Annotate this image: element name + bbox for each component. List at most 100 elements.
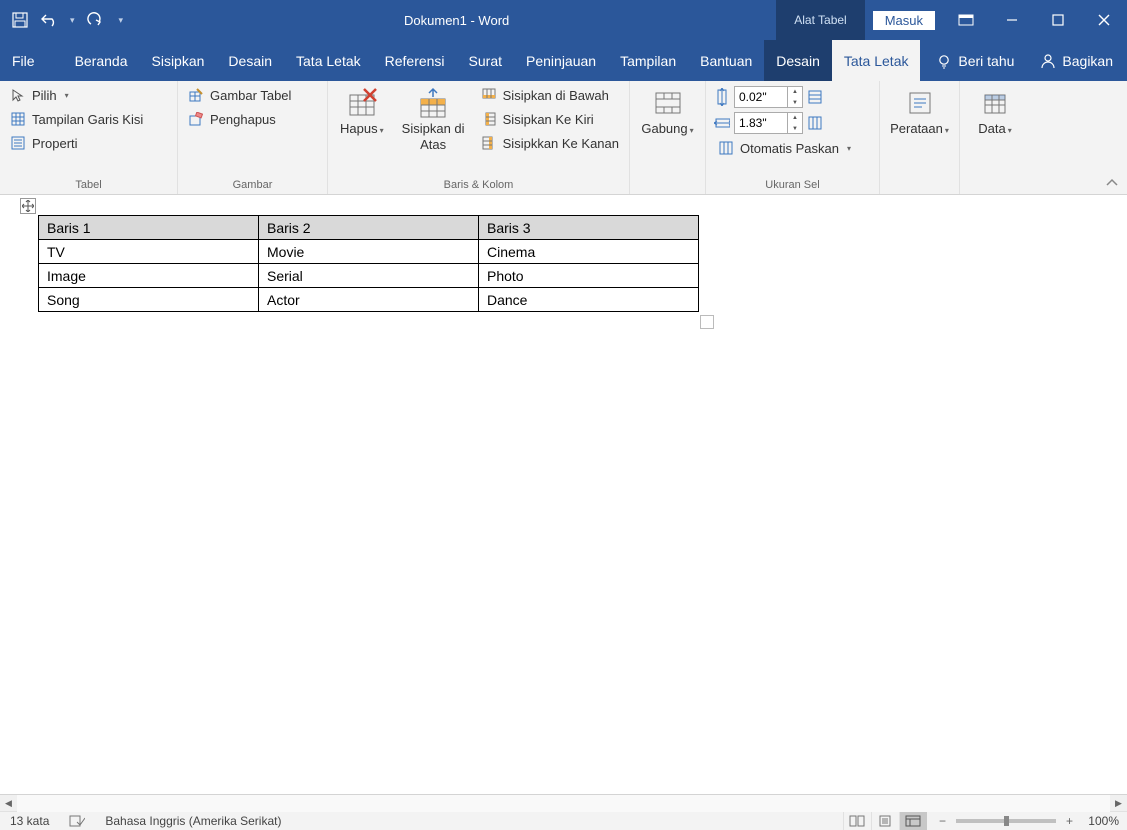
tab-review[interactable]: Peninjauan xyxy=(514,40,608,81)
table-header[interactable]: Baris 3 xyxy=(479,216,699,240)
tab-home[interactable]: Beranda xyxy=(63,40,140,81)
tab-table-layout[interactable]: Tata Letak xyxy=(832,40,921,81)
table-cell[interactable]: Actor xyxy=(259,288,479,312)
group-label-rowscols: Baris & Kolom xyxy=(332,177,625,194)
group-label-align xyxy=(884,177,955,194)
table-cell[interactable]: Song xyxy=(39,288,259,312)
read-mode-icon[interactable] xyxy=(843,812,871,830)
pencil-table-icon xyxy=(188,87,204,103)
eraser-button[interactable]: Penghapus xyxy=(182,107,297,131)
insert-above-label: Sisipkan di Atas xyxy=(400,119,467,152)
tab-design[interactable]: Desain xyxy=(216,40,284,81)
autofit-icon xyxy=(718,140,734,156)
scroll-track[interactable] xyxy=(17,795,1110,812)
table-resize-handle[interactable] xyxy=(700,315,714,329)
width-down[interactable]: ▼ xyxy=(788,123,802,134)
tab-mailings[interactable]: Surat xyxy=(457,40,514,81)
autofit-button[interactable]: Otomatis Paskan xyxy=(714,138,855,158)
word-count[interactable]: 13 kata xyxy=(0,814,59,828)
draw-table-label: Gambar Tabel xyxy=(210,88,291,103)
qat-customize[interactable]: ▾ xyxy=(115,15,128,26)
insert-right-button[interactable]: Sisipkkan Ke Kanan xyxy=(475,131,625,155)
table-cell[interactable]: TV xyxy=(39,240,259,264)
save-icon[interactable] xyxy=(10,10,30,30)
redo-icon[interactable] xyxy=(85,10,105,30)
table-cell[interactable]: Dance xyxy=(479,288,699,312)
col-width-field[interactable] xyxy=(735,116,787,130)
table-cell[interactable]: Photo xyxy=(479,264,699,288)
row-height-field[interactable] xyxy=(735,90,787,104)
tab-view[interactable]: Tampilan xyxy=(608,40,688,81)
insert-above-button[interactable]: Sisipkan di Atas xyxy=(392,83,475,156)
properties-button[interactable]: Properti xyxy=(4,131,149,155)
maximize-icon[interactable] xyxy=(1035,0,1081,40)
table-header[interactable]: Baris 1 xyxy=(39,216,259,240)
tab-references[interactable]: Referensi xyxy=(373,40,457,81)
tab-insert[interactable]: Sisipkan xyxy=(140,40,217,81)
collapse-ribbon-icon[interactable] xyxy=(1105,176,1119,190)
table-cell[interactable]: Cinema xyxy=(479,240,699,264)
language-status[interactable]: Bahasa Inggris (Amerika Serikat) xyxy=(95,814,291,828)
share-label: Bagikan xyxy=(1062,53,1113,69)
insert-left-button[interactable]: Sisipkan Ke Kiri xyxy=(475,107,625,131)
scroll-left-icon[interactable]: ◀ xyxy=(0,795,17,812)
width-up[interactable]: ▲ xyxy=(788,112,802,123)
table-header[interactable]: Baris 2 xyxy=(259,216,479,240)
distribute-cols-icon[interactable] xyxy=(807,115,823,131)
web-layout-icon[interactable] xyxy=(899,812,927,830)
undo-icon[interactable] xyxy=(40,10,60,30)
height-down[interactable]: ▼ xyxy=(788,97,802,108)
person-icon xyxy=(1040,53,1056,69)
height-up[interactable]: ▲ xyxy=(788,86,802,97)
delete-button[interactable]: Hapus xyxy=(332,83,392,141)
col-width-input[interactable]: ▲▼ xyxy=(734,112,803,134)
cursor-icon xyxy=(10,87,26,103)
select-label: Pilih xyxy=(32,88,57,103)
horizontal-scrollbar[interactable]: ◀ ▶ xyxy=(0,794,1127,811)
zoom-thumb[interactable] xyxy=(1004,816,1009,826)
delete-icon xyxy=(346,87,378,119)
select-button[interactable]: Pilih xyxy=(4,83,149,107)
tab-layout[interactable]: Tata Letak xyxy=(284,40,373,81)
ribbon-display-options-icon[interactable] xyxy=(943,0,989,40)
row-height-icon xyxy=(714,89,730,105)
undo-dropdown[interactable]: ▾ xyxy=(70,15,75,26)
table-move-handle[interactable] xyxy=(20,198,36,214)
document-area[interactable]: Baris 1 Baris 2 Baris 3 TV Movie Cinema … xyxy=(0,195,1127,794)
view-gridlines-button[interactable]: Tampilan Garis Kisi xyxy=(4,107,149,131)
eraser-icon xyxy=(188,111,204,127)
merge-button[interactable]: Gabung xyxy=(633,83,701,141)
tab-help[interactable]: Bantuan xyxy=(688,40,764,81)
tab-file[interactable]: File xyxy=(0,40,47,81)
insert-below-button[interactable]: Sisipkan di Bawah xyxy=(475,83,625,107)
tab-table-design[interactable]: Desain xyxy=(764,40,832,81)
draw-table-button[interactable]: Gambar Tabel xyxy=(182,83,297,107)
insert-left-label: Sisipkan Ke Kiri xyxy=(503,112,594,127)
zoom-slider[interactable] xyxy=(956,819,1056,823)
row-height-input[interactable]: ▲▼ xyxy=(734,86,803,108)
zoom-in-button[interactable]: + xyxy=(1062,814,1077,828)
group-label-tabel: Tabel xyxy=(4,177,173,194)
zoom-out-button[interactable]: − xyxy=(935,814,950,828)
login-button[interactable]: Masuk xyxy=(873,11,935,30)
spell-check-icon[interactable] xyxy=(59,814,95,828)
distribute-rows-icon[interactable] xyxy=(807,89,823,105)
scroll-right-icon[interactable]: ▶ xyxy=(1110,795,1127,812)
share-button[interactable]: Bagikan xyxy=(1026,40,1127,81)
gridlines-label: Tampilan Garis Kisi xyxy=(32,112,143,127)
zoom-level[interactable]: 100% xyxy=(1083,814,1119,828)
insert-below-icon xyxy=(481,87,497,103)
minimize-icon[interactable] xyxy=(989,0,1035,40)
table-cell[interactable]: Serial xyxy=(259,264,479,288)
table-cell[interactable]: Image xyxy=(39,264,259,288)
data-icon xyxy=(979,87,1011,119)
document-table[interactable]: Baris 1 Baris 2 Baris 3 TV Movie Cinema … xyxy=(38,215,699,312)
close-icon[interactable] xyxy=(1081,0,1127,40)
alignment-button[interactable]: Perataan xyxy=(882,83,957,141)
data-label: Data xyxy=(978,119,1011,137)
print-layout-icon[interactable] xyxy=(871,812,899,830)
data-button[interactable]: Data xyxy=(970,83,1019,141)
table-cell[interactable]: Movie xyxy=(259,240,479,264)
lightbulb-icon xyxy=(936,53,952,69)
tell-me-button[interactable]: Beri tahu xyxy=(924,40,1026,81)
